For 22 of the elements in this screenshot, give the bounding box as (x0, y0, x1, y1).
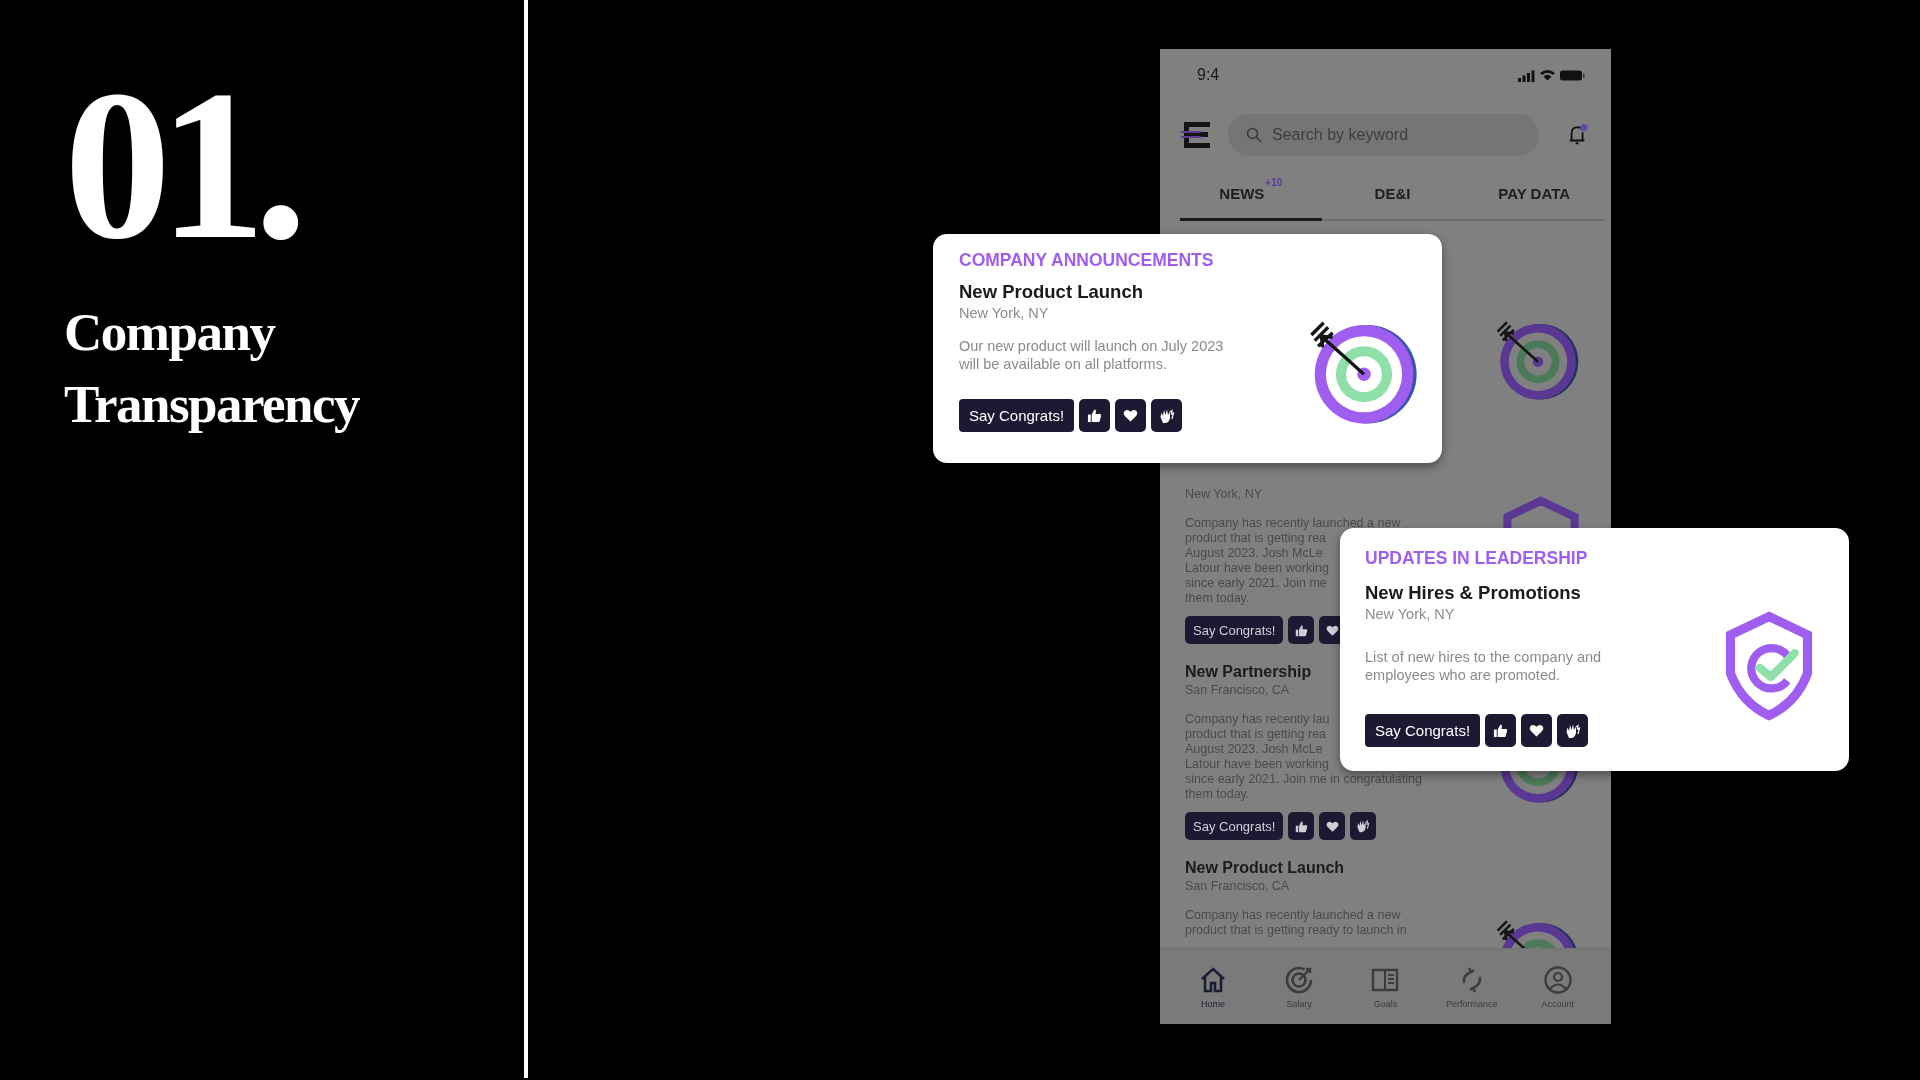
status-time: 9:4 (1197, 66, 1220, 84)
card-category: COMPANY ANNOUNCEMENTS (959, 250, 1215, 271)
tab[interactable]: PAY DATA (1463, 169, 1605, 221)
say-congrats-button[interactable]: Say Congrats! (1365, 714, 1481, 747)
say-congrats-button[interactable]: Say Congrats! (1185, 812, 1284, 840)
tab[interactable]: DE&I (1321, 169, 1464, 221)
nav-item[interactable]: Home (1178, 964, 1249, 1009)
nav-item[interactable]: Performance (1436, 964, 1507, 1009)
news-title: New Product Launch (1185, 858, 1345, 878)
card-location: New York, NY (959, 305, 1050, 321)
card-category: UPDATES IN LEADERSHIP (1365, 548, 1589, 569)
nav-item[interactable]: Account (1522, 964, 1593, 1009)
slide-title: Company Transparency (64, 302, 361, 435)
news-title: New Partnership (1185, 662, 1312, 682)
card-body: List of new hires to the company and employees who are promoted. (1365, 648, 1603, 684)
slide-number: 01. (64, 58, 297, 272)
say-congrats-button[interactable]: Say Congrats! (959, 399, 1075, 432)
card-title: New Hires & Promotions (1365, 582, 1582, 604)
card-location: New York, NY (1365, 606, 1456, 622)
say-congrats-button[interactable]: Say Congrats! (1185, 616, 1284, 644)
card-body: Our new product will launch on July 2023 will be available on all platforms. (959, 337, 1225, 373)
card-title: New Product Launch (959, 281, 1144, 303)
